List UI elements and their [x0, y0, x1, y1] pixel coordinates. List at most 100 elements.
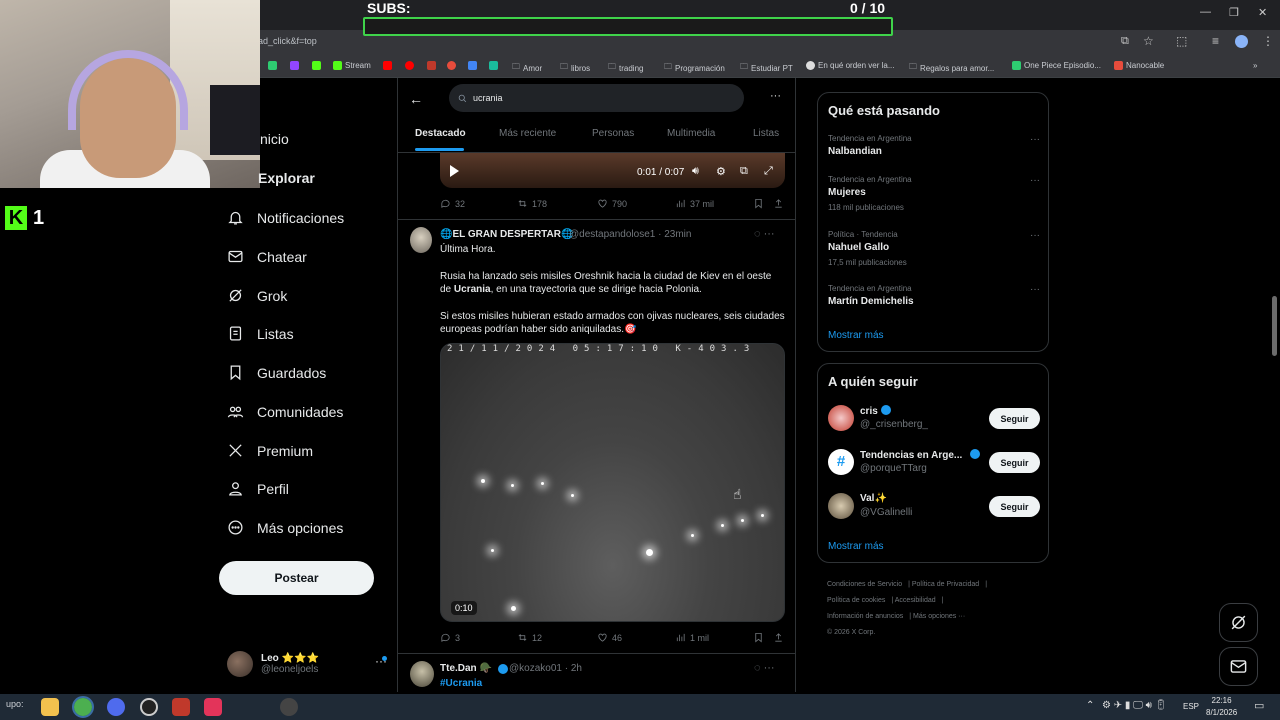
language-indicator[interactable]: ESP — [1183, 702, 1199, 711]
nav-communities[interactable]: Comunidades — [227, 403, 343, 420]
bookmark-folder-programacion[interactable]: 🗀 Programación — [664, 61, 725, 75]
tweet-author-handle[interactable]: @kozako01 · 2h — [509, 663, 582, 674]
star-icon[interactable]: ☆ — [1143, 34, 1154, 48]
nav-notifications[interactable]: Notificaciones — [227, 209, 344, 226]
footer-link[interactable]: Política de Privacidad — [912, 581, 979, 588]
fullscreen-icon[interactable]: ⤢ — [764, 165, 773, 178]
follow-button[interactable]: Seguir — [989, 452, 1040, 473]
nav-bookmarks[interactable]: Guardados — [227, 364, 326, 381]
tray-chevron-icon[interactable]: ⌃ — [1086, 700, 1094, 711]
tweet-more-icon[interactable]: ◌ ··· — [754, 228, 775, 240]
views-button[interactable]: 37 mil — [675, 198, 714, 209]
nav-chat[interactable]: Chatear — [227, 248, 307, 265]
bookmark-icon-2[interactable] — [290, 61, 299, 70]
messages-fab-button[interactable] — [1219, 647, 1258, 686]
avatar[interactable] — [410, 661, 434, 687]
app-icon[interactable] — [280, 698, 298, 716]
back-arrow-icon[interactable]: ← — [409, 91, 423, 107]
bookmark-icon-5[interactable] — [405, 61, 414, 70]
bookmark-icon-1[interactable] — [268, 61, 277, 70]
url-text[interactable]: ad_click&f=top — [258, 36, 317, 46]
bookmark-folder-trading[interactable]: 🗀 trading — [608, 61, 643, 75]
follow-suggestion[interactable]: cris @_crisenberg_ Seguir — [828, 405, 1040, 435]
bookmark-button[interactable] — [753, 198, 764, 209]
like-button[interactable]: 790 — [597, 198, 627, 209]
bookmark-icon-4[interactable] — [383, 61, 392, 70]
follow-button[interactable]: Seguir — [989, 496, 1040, 517]
footer-link[interactable]: Política de cookies — [827, 597, 885, 604]
footer-link[interactable]: Información de anuncios — [827, 613, 903, 620]
taskbar-search[interactable]: upo: — [6, 699, 24, 709]
extensions-icon[interactable]: ⬚ — [1176, 34, 1187, 48]
footer-link[interactable]: Accesibilidad — [895, 597, 936, 604]
tweet-author-handle[interactable]: @destapandolose1 · 23min — [569, 229, 691, 240]
post-button[interactable]: Postear — [219, 561, 374, 595]
menu-dots-icon[interactable]: ⋮ — [1262, 34, 1274, 48]
reply-button[interactable]: 32 — [440, 198, 465, 209]
nav-grok[interactable]: Grok — [227, 287, 287, 304]
bookmark-icon-6[interactable] — [427, 61, 436, 70]
grok-fab-button[interactable] — [1219, 603, 1258, 642]
hashtag-link[interactable]: #Ucrania — [440, 678, 482, 689]
tab-personas[interactable]: Personas — [592, 128, 634, 139]
follow-suggestion[interactable]: # Tendencias en Arge... @porqueTTarg Seg… — [828, 449, 1040, 479]
views-button[interactable]: 1 mil — [675, 632, 709, 643]
share-button[interactable] — [773, 198, 784, 209]
more-icon[interactable]: ··· — [1030, 284, 1040, 295]
search-input[interactable]: ucrania — [449, 84, 744, 112]
taskbar-clock[interactable]: 22:16 8/1/2026 — [1206, 695, 1237, 719]
tab-listas[interactable]: Listas — [753, 128, 779, 139]
bookmark-icon-7[interactable] — [447, 61, 456, 70]
trend-item[interactable]: Tendencia en Argentina Nalbandian ··· — [828, 134, 1040, 157]
nav-premium[interactable]: Premium — [227, 442, 313, 459]
tab-mas-reciente[interactable]: Más reciente — [499, 128, 556, 139]
avatar[interactable] — [410, 227, 432, 253]
play-icon[interactable] — [450, 165, 459, 177]
bookmark-icon-9[interactable] — [489, 61, 498, 70]
volume-icon[interactable]: 🔊︎ — [692, 165, 699, 178]
bookmark-folder-libros[interactable]: 🗀 libros — [560, 61, 590, 75]
repost-button[interactable]: 12 — [517, 632, 542, 643]
more-icon[interactable]: ··· — [1030, 230, 1040, 241]
app-icon[interactable] — [172, 698, 190, 716]
bookmarks-overflow-icon[interactable]: » — [1253, 61, 1257, 70]
obs-icon[interactable] — [140, 698, 158, 716]
tab-multimedia[interactable]: Multimedia — [667, 128, 715, 139]
file-explorer-icon[interactable] — [41, 698, 59, 716]
bookmark-en-que-orden[interactable]: En qué orden ver la... — [806, 61, 895, 70]
search-more-icon[interactable]: ··· — [770, 90, 781, 102]
show-more-link[interactable]: Mostrar más — [828, 541, 884, 552]
footer-link[interactable]: Condiciones de Servicio — [827, 581, 902, 588]
tweet-author-name[interactable]: Tte.Dan 🪖 — [440, 663, 492, 674]
tab-destacado[interactable]: Destacado — [415, 128, 466, 139]
repost-button[interactable]: 178 — [517, 198, 547, 209]
trend-item[interactable]: Tendencia en Argentina Martín Demichelis… — [828, 284, 1040, 307]
show-more-link[interactable]: Mostrar más — [828, 330, 884, 341]
bookmark-icon-3[interactable] — [312, 61, 321, 70]
discord-icon[interactable] — [107, 698, 125, 716]
nav-more-options[interactable]: Más opciones — [227, 519, 343, 536]
nav-profile[interactable]: Perfil — [227, 480, 289, 497]
trend-item[interactable]: Tendencia en Argentina Mujeres 118 mil p… — [828, 175, 1040, 212]
settings-gear-icon[interactable]: ⚙︎ — [716, 165, 726, 178]
tweet-more-icon[interactable]: ◌ ··· — [754, 662, 775, 674]
search-query[interactable]: ucrania — [473, 93, 503, 103]
bookmark-icon-8[interactable] — [468, 61, 477, 70]
profile-avatar-icon[interactable] — [1235, 35, 1248, 48]
maximize-icon[interactable]: ❐ — [1229, 6, 1239, 19]
bookmark-button[interactable] — [753, 632, 764, 643]
cast-icon[interactable]: ⧉ — [1121, 35, 1129, 48]
nav-home[interactable]: nicio — [260, 131, 289, 147]
minimize-icon[interactable]: — — [1200, 6, 1211, 18]
tray-icons[interactable]: ⚙ ✈ ▮ 🖵 🔊︎ 🔋︎ — [1102, 700, 1167, 711]
bookmark-folder-regalos[interactable]: 🗀 Regalos para amor... — [909, 61, 994, 75]
chrome-icon[interactable] — [72, 696, 94, 718]
pip-icon[interactable]: ⧉ — [740, 165, 748, 178]
more-icon[interactable]: ··· — [1030, 134, 1040, 145]
reply-button[interactable]: 3 — [440, 632, 460, 643]
share-button[interactable] — [773, 632, 784, 643]
follow-button[interactable]: Seguir — [989, 408, 1040, 429]
bookmark-one-piece[interactable]: One Piece Episodio... — [1012, 61, 1101, 70]
bookmark-folder-estudiar[interactable]: 🗀 Estudiar PT — [740, 61, 793, 75]
close-icon[interactable]: ✕ — [1258, 6, 1267, 19]
